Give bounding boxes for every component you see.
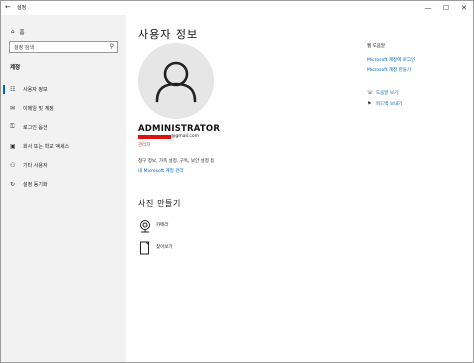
billing-info-text: 청구 정보, 가족 설정, 구독, 보안 설정 등 (138, 159, 215, 164)
create-photo-heading: 사진 만들기 (138, 199, 181, 208)
sidebar-item-label: 회사 또는 학교 액세스 (23, 143, 70, 150)
account-role: 관리자 (138, 143, 151, 148)
sidebar-item-label: 사용자 정보 (23, 86, 48, 93)
sidebar-section-title: 계정 (10, 65, 21, 71)
sidebar-item-work-school[interactable]: ▣ 회사 또는 학교 액세스 (1, 138, 126, 154)
sidebar-item-email-accounts[interactable]: ✉ 이메일 및 계정 (1, 100, 126, 116)
sidebar-item-sync-settings[interactable]: ↻ 설정 동기화 (1, 176, 126, 192)
manage-microsoft-account-link[interactable]: 내 Microsoft 계정 관리 (138, 168, 183, 174)
minimize-button[interactable]: — (419, 1, 437, 15)
sidebar-home[interactable]: ⌂ 홈 (11, 28, 25, 36)
settings-window: ← 설정 — ☐ ✕ ⌂ 홈 설정 검색 ⚲ 계정 ☷ 사용자 정보 ✉ 이메일… (0, 0, 474, 363)
back-arrow-icon[interactable]: ← (5, 3, 11, 11)
camera-label: 카메라 (156, 223, 169, 228)
search-placeholder: 설정 검색 (14, 45, 34, 51)
ms-sign-in-link[interactable]: Microsoft 계정에 로그인 (367, 57, 415, 63)
sidebar-item-other-users[interactable]: ⚇ 기타 사용자 (1, 157, 126, 173)
title-bar: ← 설정 — ☐ ✕ (1, 1, 473, 15)
help-chat-icon: ☏ (367, 90, 374, 96)
username: ADMINISTRATOR (138, 124, 221, 134)
email-text: @gmail.com (171, 134, 200, 139)
send-feedback-link[interactable]: ⚑ 피드백 보내기 (367, 100, 402, 108)
get-help-link[interactable]: ☏ 도움말 보기 (367, 89, 398, 97)
ms-create-account-link[interactable]: Microsoft 계정 만들기 (367, 67, 411, 73)
person-card-icon: ☷ (10, 85, 16, 93)
user-silhouette-icon (155, 61, 197, 103)
sync-icon: ↻ (10, 180, 16, 188)
sidebar-item-label: 기타 사용자 (23, 162, 48, 169)
maximize-button[interactable]: ☐ (437, 1, 455, 15)
sidebar-item-label: 로그인 옵션 (23, 124, 48, 131)
sidebar: ⌂ 홈 설정 검색 ⚲ 계정 ☷ 사용자 정보 ✉ 이메일 및 계정 ⚿ 로그인… (1, 15, 126, 362)
send-feedback-label: 피드백 보내기 (376, 102, 403, 107)
sidebar-item-sign-in-options[interactable]: ⚿ 로그인 옵션 (1, 119, 126, 135)
sidebar-home-label: 홈 (19, 30, 25, 36)
feedback-icon: ⚑ (367, 101, 372, 107)
sidebar-item-label: 이메일 및 계정 (23, 105, 54, 112)
mail-icon: ✉ (10, 104, 16, 112)
home-icon: ⌂ (11, 29, 15, 35)
page-title: 사용자 정보 (138, 28, 199, 41)
people-icon: ⚇ (10, 161, 16, 169)
selected-indicator (3, 85, 5, 94)
camera-icon (140, 220, 150, 233)
web-help-title: 웹 도움말 (367, 44, 385, 49)
sidebar-item-user-info[interactable]: ☷ 사용자 정보 (1, 81, 126, 97)
window-title: 설정 (17, 5, 27, 11)
redaction-mark (138, 135, 171, 139)
search-input[interactable]: 설정 검색 ⚲ (9, 41, 118, 53)
main-content: 사용자 정보 ADMINISTRATOR @gmail.com 관리자 청구 정… (126, 15, 473, 362)
sidebar-item-label: 설정 동기화 (23, 181, 48, 188)
browse-icon (140, 241, 149, 255)
avatar (138, 43, 214, 119)
search-icon: ⚲ (109, 43, 114, 50)
close-button[interactable]: ✕ (455, 1, 473, 15)
key-icon: ⚿ (10, 123, 15, 130)
briefcase-icon: ▣ (10, 142, 16, 150)
browse-label: 찾아보기 (156, 245, 173, 250)
get-help-label: 도움말 보기 (376, 91, 399, 96)
